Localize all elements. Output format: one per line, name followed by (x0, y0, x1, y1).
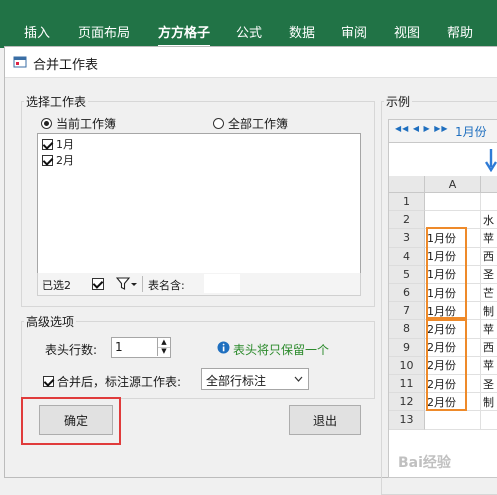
row-header: 3 (389, 229, 425, 248)
header-rows-label: 表头行数: (45, 343, 98, 357)
radio-dot (213, 118, 224, 129)
row-header: 6 (389, 284, 425, 303)
sheet-listbox[interactable]: 1月 2月 (37, 133, 361, 275)
mark-source-checkbox[interactable] (43, 376, 54, 387)
row-header: 11 (389, 375, 425, 394)
cell-b: 苹 (481, 320, 497, 339)
sheet-2-label: 2月 (56, 154, 74, 167)
radio-current-label: 当前工作簿 (56, 117, 117, 131)
row-header: 1 (389, 193, 425, 212)
sheet-2-checkbox[interactable] (42, 154, 53, 166)
radio-all-workbooks[interactable]: 全部工作簿 (213, 115, 288, 132)
corner-header (389, 176, 425, 193)
tab-formulas[interactable]: 公式 (236, 22, 262, 41)
tab-page-layout[interactable]: 页面布局 (78, 22, 130, 41)
header-rows-value: 1 (115, 340, 123, 354)
dialog-titlebar: 合并工作表 (5, 47, 497, 78)
cell-b: 芒 (481, 284, 497, 303)
radio-current-workbook[interactable]: 当前工作簿 (41, 115, 116, 132)
cell-b: 制 (481, 393, 497, 412)
listbox-toolbar: 已选2 表名含: (37, 273, 361, 296)
col-header-b (481, 176, 497, 193)
row-header: 5 (389, 265, 425, 284)
tab-view[interactable]: 视图 (394, 22, 420, 41)
stepper-down-icon[interactable]: ▼ (157, 347, 170, 356)
select-sheets-legend: 选择工作表 (26, 95, 87, 109)
row-header: 8 (389, 320, 425, 339)
cell-b: 水 (481, 211, 497, 230)
sheet-item-2[interactable]: 2月 (42, 152, 74, 168)
row-header: 13 (389, 411, 425, 430)
cell-b: 圣 (481, 266, 497, 284)
app-icon (13, 56, 27, 68)
tab-review[interactable]: 审阅 (341, 22, 367, 41)
dialog-title: 合并工作表 (33, 58, 99, 73)
example-sheet-preview: ◀◀ ◀ ▶ ▶▶ 1月份 A 1 2 水 3 1月份苹 4 1月份西 5 1月份圣 6 1月份芒 7… (388, 119, 497, 478)
radio-all-label: 全部工作簿 (228, 117, 289, 131)
tab-help[interactable]: 帮助 (447, 22, 473, 41)
cell-a (425, 193, 481, 212)
cell-b: 圣 (481, 375, 497, 394)
name-contains-input[interactable] (204, 274, 240, 293)
cell-b: 制 (481, 302, 497, 321)
tab-data[interactable]: 数据 (289, 22, 315, 41)
highlight-2month-group (426, 319, 467, 411)
chevron-down-icon (294, 376, 303, 382)
example-legend: 示例 (386, 95, 411, 109)
cell-b: 西 (481, 339, 497, 357)
select-all-checkbox[interactable] (92, 278, 104, 290)
arrow-down-icon (485, 149, 497, 172)
watermark: Bai经验 (398, 455, 451, 471)
col-header-a: A (425, 176, 481, 193)
highlight-ok-button (21, 397, 121, 445)
cell-b: 苹 (481, 229, 497, 248)
cell-b: 苹 (481, 357, 497, 375)
mark-source-select[interactable]: 全部行标注 (201, 368, 309, 390)
cell-a (425, 411, 481, 430)
sheet-nav-icons: ◀◀ ◀ ▶ ▶▶ (395, 124, 449, 133)
row-header: 4 (389, 247, 425, 266)
name-contains-label: 表名含: (148, 279, 185, 292)
exit-button[interactable]: 退出 (289, 405, 361, 435)
mark-source-label: 合并后，标注源工作表: (57, 375, 182, 389)
selected-count: 已选2 (42, 279, 71, 292)
info-icon (217, 341, 230, 354)
cell-b (481, 411, 497, 430)
sheet-item-1[interactable]: 1月 (42, 136, 74, 152)
row-header: 12 (389, 393, 425, 412)
ribbon-tabs: 插入 页面布局 方方格子 公式 数据 审阅 视图 帮助 (0, 14, 497, 48)
mark-source-option[interactable]: 合并后，标注源工作表: (43, 373, 181, 390)
row-header: 9 (389, 338, 425, 357)
sheet-tab-label: 1月份 (455, 125, 487, 139)
header-info-text: 表头将只保留一个 (233, 343, 330, 357)
highlight-1month-group (426, 227, 467, 319)
cell-b: 西 (481, 248, 497, 266)
cell-b (481, 193, 497, 212)
toolbar-divider (142, 276, 143, 292)
filter-icon[interactable] (116, 277, 138, 291)
excel-title-strip (0, 0, 497, 14)
row-header: 2 (389, 211, 425, 230)
radio-dot-selected (41, 118, 52, 129)
sheet-1-checkbox[interactable] (42, 138, 53, 150)
tab-fangfang[interactable]: 方方格子 (158, 22, 210, 41)
advanced-options-legend: 高级选项 (26, 315, 75, 329)
tab-insert[interactable]: 插入 (24, 22, 50, 41)
sheet-tab-bar: ◀◀ ◀ ▶ ▶▶ 1月份 (389, 120, 497, 143)
sheet-1-label: 1月 (56, 138, 74, 151)
mark-source-value: 全部行标注 (206, 374, 267, 388)
row-header: 7 (389, 302, 425, 321)
header-rows-stepper[interactable]: 1 ▲ ▼ (111, 337, 171, 358)
row-header: 10 (389, 356, 425, 375)
